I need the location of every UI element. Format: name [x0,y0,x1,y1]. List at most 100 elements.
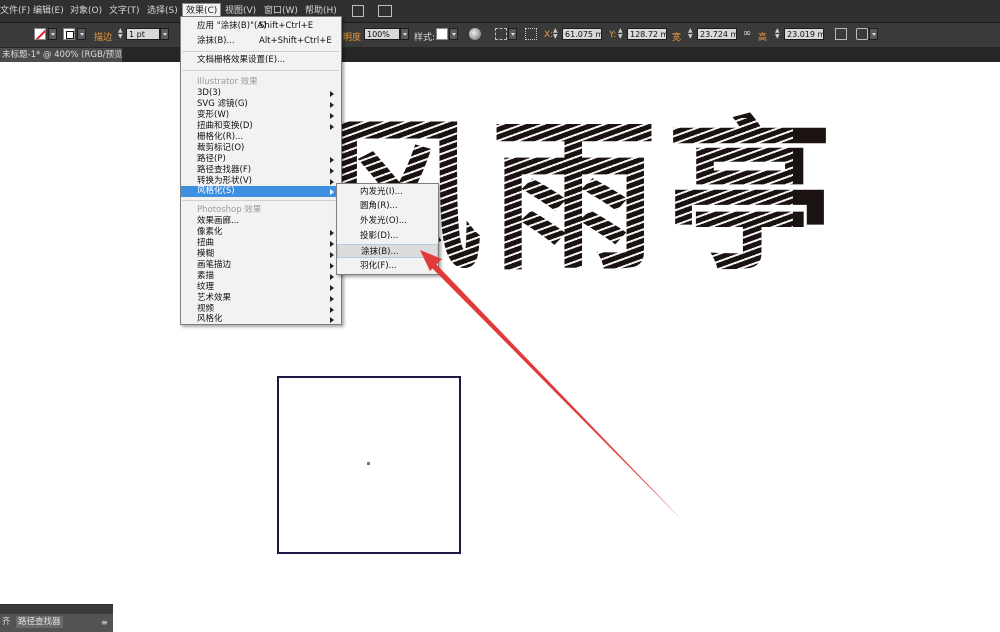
arrange-documents-icon[interactable] [378,5,392,17]
panel-tab-align[interactable]: 齐 [0,616,13,628]
bridge-icon[interactable] [352,5,364,17]
menu-item-stylize[interactable]: 风格化(S) [181,186,341,197]
menu-item-sketch[interactable]: 素描 [181,271,341,282]
menu-type[interactable]: 文字(T) [106,4,143,18]
submenu-arrow-icon [330,168,334,174]
menu-item-pixelate[interactable]: 像素化 [181,227,341,238]
pathfinder-panel: 齐 路径查找器 ≡ [0,604,113,632]
menu-item-effect-gallery[interactable]: 效果画廊... [181,216,341,227]
submenu-item-label: 羽化(F)... [360,261,397,271]
document-tab-strip [0,48,1000,62]
recolor-icon[interactable] [469,28,481,40]
selected-rectangle[interactable] [277,376,461,554]
menu-item-crop-marks[interactable]: 裁剪标记(O) [181,143,341,154]
submenu-item-label: 外发光(O)... [360,216,407,226]
opacity-field[interactable]: 100% [364,28,400,40]
submenu-arrow-icon [330,317,334,323]
photoshop-effects-header: Photoshop 效果 [197,205,262,215]
height-label: 高 [758,33,768,43]
width-spinner[interactable]: ▲ ▼ [688,28,694,40]
submenu-round-corners[interactable]: 圆角(R)... [337,199,438,213]
width-field[interactable]: 23.724 mm [697,28,737,40]
panel-menu-dropdown[interactable] [869,28,878,40]
submenu-inner-glow[interactable]: 内发光(I)... [337,185,438,199]
panel-tab-pathfinder[interactable]: 路径查找器 [16,616,63,628]
opacity-dropdown[interactable] [400,28,409,40]
stroke-weight-spinner[interactable]: ▲ ▼ [118,28,124,40]
submenu-arrow-icon [330,230,334,236]
submenu-item-label: 内发光(I)... [360,187,403,197]
fill-dropdown[interactable] [48,28,57,40]
menu-edit[interactable]: 编辑(E) [30,4,67,18]
menu-item-svg-filters[interactable]: SVG 滤镜(G) [181,99,341,110]
menu-file[interactable]: 文件(F) [0,4,33,18]
submenu-drop-shadow[interactable]: 投影(D)... [337,229,438,243]
x-field[interactable]: 61.075 mm [562,28,602,40]
x-spinner[interactable]: ▲ ▼ [553,28,559,40]
menu-item-distort[interactable]: 扭曲 [181,238,341,249]
fill-swatch-icon[interactable] [34,28,46,40]
menu-item-label: 扭曲 [197,238,215,248]
submenu-arrow-icon [330,274,334,280]
raster-settings-item[interactable]: 文档栅格效果设置(E)... [181,55,341,66]
stroke-swatch-icon[interactable] [63,28,75,40]
menu-item-label: 画笔描边 [197,260,232,270]
document-tab[interactable]: 未标题-1* @ 400% (RGB/预览) [0,48,122,62]
menu-item-artistic[interactable]: 艺术效果 [181,293,341,304]
panel-header[interactable] [0,605,113,614]
menu-item-blur[interactable]: 模糊 [181,249,341,260]
illustrator-effects-header: Illustrator 效果 [197,77,258,87]
submenu-arrow-icon [330,285,334,291]
menu-item-label: 3D(3) [197,88,221,98]
apply-last-effect-item[interactable]: 应用 "涂抹(B)"(A) Shift+Ctrl+E [181,21,341,32]
panel-menu-icon[interactable]: ≡ [101,618,108,627]
stroke-weight-field[interactable]: 1 pt [126,28,160,40]
menu-item-brush-strokes[interactable]: 画笔描边 [181,260,341,271]
menu-item-label: 像素化 [197,227,223,237]
menu-item-pathfinder[interactable]: 路径查找器(F) [181,165,341,176]
last-effect-item[interactable]: 涂抹(B)... Alt+Shift+Ctrl+E [181,36,341,47]
transform-icon[interactable] [835,28,847,40]
stroke-dropdown[interactable] [77,28,86,40]
graphic-style-swatch[interactable] [436,28,448,40]
width-label: 宽 [672,33,682,43]
menu-separator [182,200,339,201]
isolate-icon[interactable] [856,28,868,40]
submenu-scribble[interactable]: 涂抹(B)... [337,244,438,258]
menu-item-warp[interactable]: 变形(W) [181,110,341,121]
y-field[interactable]: 128.72 mm [627,28,667,40]
opacity-label[interactable]: 明度 [343,30,361,43]
menu-item-3d[interactable]: 3D(3) [181,88,341,99]
submenu-item-label: 涂抹(B)... [361,247,399,257]
menu-item-distort-transform[interactable]: 扭曲和变换(D) [181,121,341,132]
stroke-label[interactable]: 描边 [94,30,112,43]
submenu-arrow-icon [330,102,334,108]
submenu-arrow-icon [330,179,334,185]
stroke-weight-dropdown[interactable] [160,28,169,40]
submenu-outer-glow[interactable]: 外发光(O)... [337,214,438,228]
menu-item-label: 艺术效果 [197,293,232,303]
menu-object[interactable]: 对象(O) [67,4,105,18]
menu-item-stylize-ps[interactable]: 风格化 [181,314,341,325]
menu-separator [182,51,339,52]
menu-item-texture[interactable]: 纹理 [181,282,341,293]
height-field[interactable]: 23.019 mm [784,28,824,40]
menu-item-path[interactable]: 路径(P) [181,154,341,165]
submenu-item-label: 投影(D)... [360,231,399,241]
align-dropdown[interactable] [508,28,517,40]
raster-settings-label: 文档栅格效果设置(E)... [197,55,286,65]
submenu-arrow-icon [330,241,334,247]
center-point [367,462,370,465]
reference-point-icon[interactable] [525,28,537,40]
menu-item-rasterize[interactable]: 栅格化(R)... [181,132,341,143]
height-spinner[interactable]: ▲ ▼ [775,28,781,40]
y-spinner[interactable]: ▲ ▼ [618,28,624,40]
style-label: 样式: [414,33,436,43]
menu-select[interactable]: 选择(S) [144,4,181,18]
align-icon[interactable] [495,28,507,40]
graphic-style-dropdown[interactable] [449,28,458,40]
submenu-item-label: 圆角(R)... [360,201,398,211]
submenu-feather[interactable]: 羽化(F)... [337,259,438,273]
link-proportions-icon[interactable]: ∞ [741,28,753,40]
menu-item-label: 纹理 [197,282,215,292]
